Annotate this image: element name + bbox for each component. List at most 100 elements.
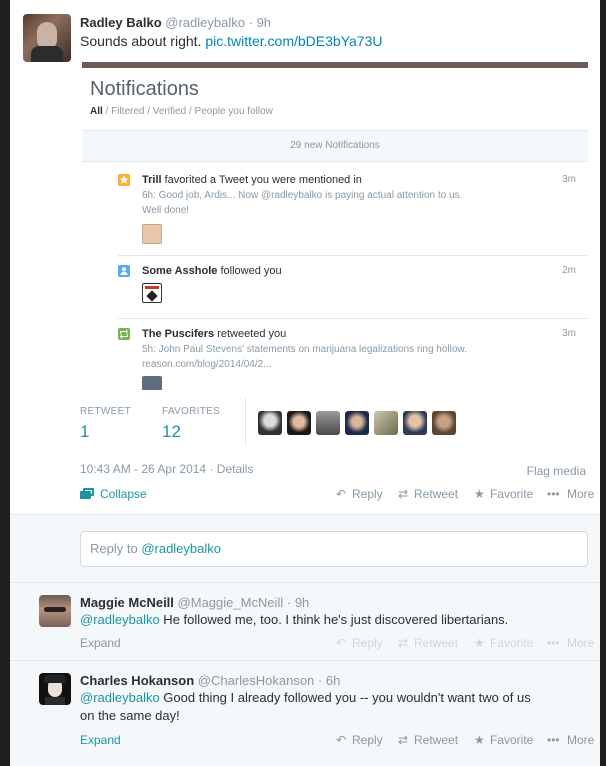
expand-link[interactable]: Expand bbox=[80, 636, 121, 650]
collapse-icon bbox=[80, 488, 94, 499]
reply-section: Reply to @radleybalko bbox=[10, 514, 600, 582]
retweet-icon: ⇄ bbox=[398, 636, 409, 650]
author-handle[interactable]: @radleybalko bbox=[165, 15, 245, 30]
notifications-title: Notifications bbox=[90, 78, 199, 100]
author-handle[interactable]: @CharlesHokanson bbox=[198, 673, 315, 688]
tweet-time[interactable]: 6h bbox=[326, 673, 340, 688]
author-name[interactable]: Maggie McNeill bbox=[80, 595, 174, 610]
notification-snippet-2: Well done! bbox=[142, 205, 190, 216]
avatar[interactable] bbox=[432, 411, 456, 435]
star-icon: ★ bbox=[474, 733, 485, 747]
details-link[interactable]: Details bbox=[217, 462, 254, 476]
reply-tweet[interactable]: Charles Hokanson @CharlesHokanson · 6h @… bbox=[10, 660, 600, 766]
avatar[interactable] bbox=[23, 14, 71, 62]
notification-snippet-2: reason.com/blog/2014/04/2... bbox=[142, 359, 272, 370]
tweet-time[interactable]: 9h bbox=[295, 595, 309, 610]
conversation-panel: Radley Balko @radleybalko · 9h Sounds ab… bbox=[10, 0, 600, 766]
notification-action: retweeted you bbox=[214, 328, 287, 340]
star-icon: ★ bbox=[474, 636, 485, 650]
notification-text: Some Asshole followed you bbox=[142, 265, 282, 277]
avatar[interactable] bbox=[39, 673, 71, 705]
reply-label: Reply bbox=[352, 636, 383, 650]
more-icon: ••• bbox=[547, 487, 560, 501]
favorite-label: Favorite bbox=[490, 487, 534, 501]
mini-avatar bbox=[142, 224, 162, 244]
more-label: More bbox=[567, 636, 595, 650]
collapse-button[interactable]: Collapse bbox=[80, 487, 147, 501]
filter-others: / Filtered / Verified / People you follo… bbox=[102, 106, 273, 117]
tweet-text: Sounds about right. pic.twitter.com/bDE3… bbox=[80, 32, 382, 50]
retweet-button[interactable]: ⇄ Retweet bbox=[398, 636, 458, 650]
notification-item: Trill favorited a Tweet you were mention… bbox=[118, 174, 588, 244]
mini-avatar bbox=[142, 376, 162, 390]
avatar[interactable] bbox=[287, 411, 311, 435]
notification-item: Some Asshole followed you 2m bbox=[118, 265, 588, 309]
tweet-timestamp[interactable]: 10:43 AM - 26 Apr 2014 bbox=[80, 462, 206, 476]
retweet-count[interactable]: 1 bbox=[80, 422, 89, 442]
retweet-button[interactable]: ⇄ Retweet bbox=[398, 487, 458, 501]
retweet-button[interactable]: ⇄ Retweet bbox=[398, 733, 458, 747]
reply-text: @radleybalko He followed me, too. I thin… bbox=[80, 611, 508, 629]
separator: · bbox=[248, 15, 253, 30]
media-link[interactable]: pic.twitter.com/bDE3bYa73U bbox=[205, 33, 382, 49]
filter-all: All bbox=[90, 106, 103, 117]
reply-label: Reply bbox=[352, 733, 383, 747]
tweet-actions: Collapse ↶ Reply ⇄ Retweet ★ Favorite ••• Mo… bbox=[80, 487, 594, 505]
mini-avatar bbox=[142, 283, 162, 303]
favorite-button[interactable]: ★ Favorite bbox=[474, 733, 533, 747]
avatar[interactable] bbox=[39, 595, 71, 627]
notification-time: 3m bbox=[562, 174, 576, 185]
tweet-time[interactable]: 9h bbox=[257, 15, 271, 30]
reply-button[interactable]: ↶ Reply bbox=[336, 636, 383, 650]
avatar[interactable] bbox=[316, 411, 340, 435]
favorites-label: FAVORITES bbox=[162, 406, 221, 417]
author-name[interactable]: Charles Hokanson bbox=[80, 673, 194, 688]
reply-button[interactable]: ↶ Reply bbox=[336, 487, 383, 501]
expand-link[interactable]: Expand bbox=[80, 733, 121, 747]
divider bbox=[118, 255, 588, 256]
new-notifications-bar: 29 new Notifications bbox=[82, 130, 588, 162]
avatar[interactable] bbox=[258, 411, 282, 435]
author-handle[interactable]: @Maggie_McNeill bbox=[178, 595, 284, 610]
mention-link[interactable]: @radleybalko bbox=[80, 612, 160, 627]
avatar[interactable] bbox=[374, 411, 398, 435]
more-button[interactable]: ••• More bbox=[547, 487, 594, 501]
flag-media-link[interactable]: Flag media bbox=[527, 464, 586, 478]
author-name[interactable]: Radley Balko bbox=[80, 15, 162, 30]
reply-body: Good thing I already followed you -- you… bbox=[159, 690, 531, 705]
retweet-icon: ⇄ bbox=[398, 487, 409, 501]
attached-image[interactable]: Notifications All / Filtered / Verified … bbox=[82, 62, 588, 390]
retweet-icon bbox=[118, 328, 130, 340]
notification-item: The Puscifers retweeted you 5h: John Pau… bbox=[118, 328, 588, 390]
notification-text: Trill favorited a Tweet you were mention… bbox=[142, 174, 362, 186]
person-icon bbox=[118, 265, 130, 277]
mention-link[interactable]: @radleybalko bbox=[80, 690, 160, 705]
reply-placeholder: Reply to bbox=[90, 541, 142, 556]
reply-handle: @radleybalko bbox=[141, 541, 221, 556]
favorite-label: Favorite bbox=[490, 636, 534, 650]
favorite-button[interactable]: ★ Favorite bbox=[474, 487, 533, 501]
reply-tweet[interactable]: Maggie McNeill @Maggie_McNeill · 9h @rad… bbox=[10, 582, 600, 660]
notification-user: Trill bbox=[142, 174, 162, 186]
tweet-stats: RETWEET 1 FAVORITES 12 bbox=[10, 398, 600, 448]
more-button[interactable]: ••• More bbox=[547, 636, 594, 650]
reply-icon: ↶ bbox=[336, 636, 347, 650]
favorites-count[interactable]: 12 bbox=[162, 422, 181, 442]
more-label: More bbox=[567, 487, 595, 501]
notification-action: followed you bbox=[217, 265, 282, 277]
notification-user: The Puscifers bbox=[142, 328, 215, 340]
tweet-actions: Expand ↶ Reply ⇄ Retweet ★ Favorite ••• More bbox=[80, 636, 594, 654]
tweet-actions: Expand ↶ Reply ⇄ Retweet ★ Favorite ••• More bbox=[80, 733, 594, 751]
favorite-button[interactable]: ★ Favorite bbox=[474, 636, 533, 650]
retweet-icon: ⇄ bbox=[398, 733, 409, 747]
avatar[interactable] bbox=[345, 411, 369, 435]
reply-body: He followed me, too. I think he's just d… bbox=[159, 612, 509, 627]
separator: · bbox=[286, 595, 292, 610]
notification-time: 3m bbox=[562, 328, 576, 339]
notification-time: 2m bbox=[562, 265, 576, 276]
avatar[interactable] bbox=[403, 411, 427, 435]
reply-input[interactable]: Reply to @radleybalko bbox=[80, 531, 588, 567]
tweet-body: Sounds about right. bbox=[80, 33, 202, 49]
reply-button[interactable]: ↶ Reply bbox=[336, 733, 383, 747]
more-button[interactable]: ••• More bbox=[547, 733, 594, 747]
